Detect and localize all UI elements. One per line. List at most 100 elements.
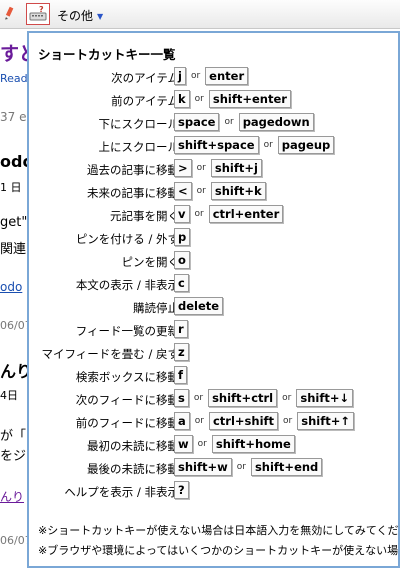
shortcut-row: ピンを開く o — [29, 251, 398, 273]
background-text-fragment: すど — [0, 43, 28, 65]
key-cap: j — [174, 67, 186, 85]
shortcut-keys: space or pagedown — [174, 113, 314, 131]
or-separator: or — [193, 393, 204, 403]
shortcut-row: 最後の未読に移動 shift+w or shift+end — [29, 458, 398, 480]
shortcut-keys: shift+space or pageup — [174, 136, 335, 154]
shortcut-label: 元記事を開く — [110, 209, 179, 223]
or-separator: or — [196, 163, 206, 173]
shortcut-keys: o — [174, 251, 190, 269]
key-cap: enter — [205, 67, 249, 85]
or-separator: or — [194, 94, 204, 104]
key-cap: s — [174, 389, 189, 407]
shortcut-keys: s or shift+ctrl or shift+↓ — [174, 389, 354, 407]
key-cap: space — [174, 113, 220, 131]
background-text-fragment: が「 — [0, 429, 27, 444]
key-cap: p — [174, 228, 191, 246]
background-text-fragment: 06/07 — [0, 319, 28, 332]
shortcut-row: 検索ボックスに移動 f — [29, 366, 398, 388]
shortcut-label: 最初の未読に移動 — [87, 439, 179, 453]
key-cap: r — [174, 320, 188, 338]
key-cap: pagedown — [238, 113, 314, 131]
key-cap: ctrl+shift — [208, 412, 279, 430]
shortcut-keys: delete — [174, 297, 224, 315]
shortcut-label: 最後の未読に移動 — [87, 462, 179, 476]
key-cap: shift+j — [210, 159, 262, 177]
key-cap: shift+enter — [208, 90, 291, 108]
key-cap: ? — [174, 481, 189, 499]
shortcut-keys: > or shift+j — [174, 159, 262, 177]
shortcut-row: ピンを付ける / 外す p — [29, 228, 398, 250]
background-text-fragment: 37 e — [0, 110, 27, 124]
shortcut-keys: r — [174, 320, 188, 338]
shortcut-label: 下にスクロール — [98, 117, 180, 131]
shortcut-keys: z — [174, 343, 189, 361]
or-separator: or — [194, 209, 204, 219]
shortcut-row: 購読停止 delete — [29, 297, 398, 319]
background-text-fragment: をジ — [0, 449, 27, 464]
key-cap: z — [174, 343, 189, 361]
background-text-fragment: んり — [0, 362, 28, 381]
shortcut-label: 検索ボックスに移動 — [75, 370, 179, 384]
shortcut-row: ヘルプを表示 / 非表示? — [29, 481, 398, 503]
shortcut-keys: v or ctrl+enter — [174, 205, 284, 223]
shortcut-row: 次のフィードに移動 s or shift+ctrl or shift+↓ — [29, 389, 398, 411]
shortcut-help-panel: ショートカットキー一覧 次のアイテム j or enter 前のアイテム k or shift… — [27, 31, 400, 568]
key-cap: v — [174, 205, 190, 223]
shortcut-keys: c — [174, 274, 189, 292]
shortcut-label: 未来の記事に移動 — [87, 186, 179, 200]
background-text-fragment: Read — [0, 72, 28, 85]
shortcut-label: 過去の記事に移動 — [87, 163, 179, 177]
note-line-2: ※ブラウザや環境によってはいくつかのショートカットキーが使えない場合 — [38, 544, 400, 557]
shortcut-row: 前のフィードに移動 a or ctrl+shift or shift+↑ — [29, 412, 398, 434]
shortcut-row: 下にスクロール space or pagedown — [29, 113, 398, 135]
shortcut-keys: shift+w or shift+end — [174, 458, 323, 476]
key-cap: o — [174, 251, 190, 269]
shortcut-row: 元記事を開く v or ctrl+enter — [29, 205, 398, 227]
key-cap: shift+end — [250, 458, 323, 476]
key-cap: pageup — [277, 136, 335, 154]
shortcut-label: 前のアイテム — [111, 94, 179, 108]
shortcut-row: 前のアイテム k or shift+enter — [29, 90, 398, 112]
shortcut-label: 本文の表示 / 非表示 — [75, 278, 179, 292]
shortcut-keys: j or enter — [174, 67, 249, 85]
or-separator: or — [283, 416, 293, 426]
or-separator: or — [194, 416, 204, 426]
shortcut-label: 前のフィードに移動 — [75, 416, 179, 430]
shortcut-row: マイフィードを畳む / 戻す z — [29, 343, 398, 365]
key-cap: c — [174, 274, 189, 292]
or-separator: or — [236, 462, 246, 472]
background-text-fragment: odo — [0, 280, 23, 294]
background-text-fragment: 4日 — [0, 389, 18, 402]
background-page: すどRead37 eodo1 日get"関連odo06/07んり4日が「をジんり… — [0, 29, 28, 575]
shortcut-row: 本文の表示 / 非表示 c — [29, 274, 398, 296]
shortcut-label: ヘルプを表示 / 非表示 — [64, 485, 179, 499]
shortcut-row: フィード一覧の更新 r — [29, 320, 398, 342]
other-menu-button[interactable]: その他 ▼ — [57, 7, 103, 24]
or-separator: or — [196, 186, 206, 196]
or-separator: or — [190, 71, 201, 81]
shortcut-keys: f — [174, 366, 188, 384]
shortcut-keys: ? — [174, 481, 189, 499]
or-separator: or — [224, 117, 234, 127]
panel-title: ショートカットキー一覧 — [38, 47, 176, 62]
shortcut-keys: < or shift+k — [174, 182, 266, 200]
shortcut-keys: p — [174, 228, 191, 246]
key-cap: delete — [174, 297, 224, 315]
or-separator: or — [197, 439, 207, 449]
shortcut-keys: w or shift+home — [174, 435, 295, 453]
or-separator: or — [263, 140, 273, 150]
shortcut-row: 未来の記事に移動 < or shift+k — [29, 182, 398, 204]
pencil-icon[interactable] — [2, 6, 16, 20]
background-text-fragment: 06/07 — [0, 534, 28, 547]
key-cap: < — [174, 182, 192, 200]
background-text-fragment: 1 日 — [0, 181, 22, 194]
shortcut-label: ピンを付ける / 外す — [75, 232, 179, 246]
key-cap: w — [174, 435, 193, 453]
shortcut-row: 最初の未読に移動 w or shift+home — [29, 435, 398, 457]
keyboard-help-icon[interactable]: ? — [26, 3, 50, 25]
background-text-fragment: 関連 — [0, 242, 27, 257]
shortcut-label: 次のアイテム — [111, 71, 179, 85]
key-cap: shift+↑ — [297, 412, 354, 430]
shortcut-label: 上にスクロール — [98, 140, 180, 154]
key-cap: f — [174, 366, 188, 384]
